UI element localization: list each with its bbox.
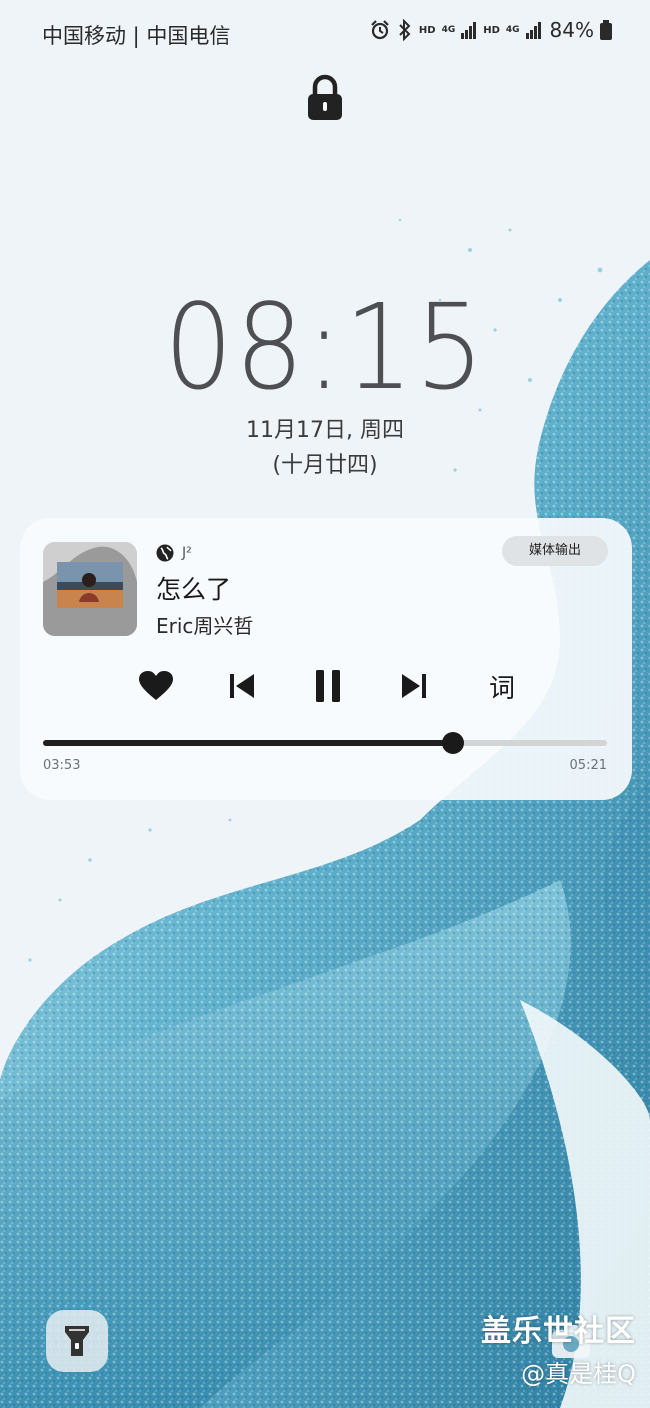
flashlight-icon (65, 1326, 89, 1356)
lock-clock: 08:15 (163, 278, 487, 416)
flashlight-shortcut[interactable] (46, 1310, 108, 1372)
media-player-card[interactable]: J² 怎么了 Eric周兴哲 媒体输出 词 03:53 05:21 (20, 518, 632, 800)
signal-icon-2 (525, 22, 541, 39)
app-label: J² (182, 545, 192, 561)
lyrics-button[interactable]: 词 (482, 666, 522, 706)
next-button[interactable] (394, 666, 434, 706)
signal-icon-1 (461, 22, 477, 39)
elapsed-time: 03:53 (43, 758, 81, 773)
lock-date: 11月17日, 周四 (246, 418, 404, 443)
network-4g-1: 4G (441, 24, 456, 35)
lunar-date: (十月廿四) (272, 453, 378, 478)
status-icons: HD 4G HD 4G 84% (369, 18, 612, 42)
alarm-icon (371, 20, 389, 40)
network-4g-2: 4G (505, 24, 520, 35)
media-output-button[interactable]: 媒体输出 (502, 536, 608, 566)
progress-bar[interactable] (43, 732, 607, 754)
previous-icon (230, 674, 254, 698)
heart-icon (139, 671, 173, 700)
lock-icon[interactable] (306, 74, 344, 122)
battery-percent: 84% (549, 18, 594, 42)
battery-icon (600, 20, 612, 40)
next-icon (402, 674, 426, 698)
previous-button[interactable] (222, 666, 262, 706)
hd-badge-1: HD (418, 24, 436, 36)
status-bar: 中国移动 | 中国电信 HD 4G HD 4G 84% (0, 0, 650, 64)
artist-name: Eric周兴哲 (156, 614, 254, 638)
carrier-label: 中国移动 | 中国电信 (42, 24, 231, 48)
progress-fill (43, 740, 454, 746)
hd-badge-2: HD (483, 24, 500, 36)
progress-thumb[interactable] (442, 732, 465, 754)
music-app-icon (156, 544, 174, 562)
pause-button[interactable] (308, 666, 348, 706)
source-app: J² (156, 544, 192, 562)
watermark-title: 盖乐世社区 (481, 1314, 636, 1349)
album-cover[interactable] (43, 542, 137, 636)
playback-controls: 词 (20, 666, 632, 706)
watermark-user: @真是桂Q (521, 1360, 636, 1388)
song-title: 怎么了 (156, 575, 232, 604)
like-button[interactable] (136, 666, 176, 706)
pause-icon (316, 670, 340, 702)
bluetooth-icon (399, 19, 411, 41)
total-time: 05:21 (569, 758, 607, 773)
